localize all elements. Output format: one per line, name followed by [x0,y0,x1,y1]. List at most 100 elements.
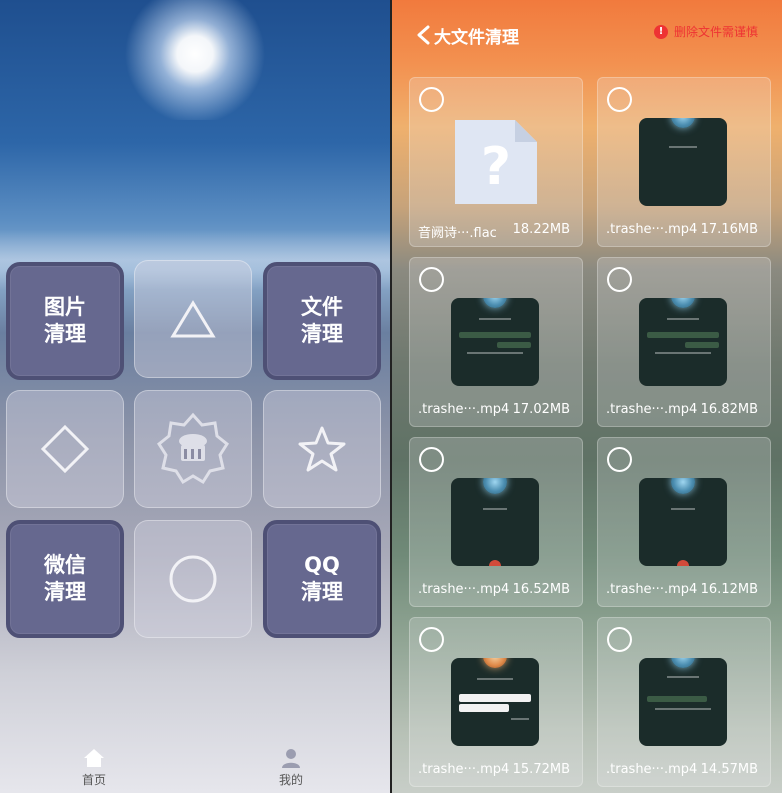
file-card[interactable]: .trashe···.mp4 17.02MB [409,257,583,427]
delete-warning-text: 删除文件需谨慎 [674,25,759,39]
header: 大文件清理 ! 删除文件需谨慎 [392,0,782,70]
file-size: 17.02MB [512,402,570,417]
triangle-tile[interactable] [134,260,252,378]
thumbnail-bubble [497,342,531,348]
star-icon [298,426,346,472]
video-thumbnail [639,118,727,206]
thumbnail-bubble [459,704,509,712]
diamond-icon [40,424,90,474]
circle-icon [169,555,217,603]
file-card[interactable]: .trashe···.mp4 15.72MB [409,617,583,787]
thumbnail-record-dot [677,560,689,566]
thumbnail-line [467,352,523,354]
thumbnail-bubble [459,694,531,702]
video-thumbnail [639,658,727,746]
thumbnail-line [667,676,699,678]
triangle-icon [170,300,216,338]
home-icon [84,749,104,767]
thumbnail-lens [483,478,507,494]
nav-home-label: 首页 [81,773,106,787]
nav-mine[interactable]: 我的 [261,748,321,788]
select-radio[interactable] [607,267,632,292]
file-size: 17.16MB [700,222,758,237]
file-size: 16.52MB [512,582,570,597]
file-card[interactable]: ? 音阙诗···.flac 18.22MB [409,77,583,247]
file-card[interactable]: .trashe···.mp4 16.82MB [597,257,771,427]
cleaner-badge-icon [157,412,229,485]
select-radio[interactable] [419,87,444,112]
select-radio[interactable] [419,267,444,292]
wechat-clean-label: 微信 清理 [44,553,86,604]
page-title: 大文件清理 [434,28,519,48]
user-icon [282,749,300,768]
image-clean-tile[interactable]: 图片 清理 [6,262,124,380]
file-card[interactable]: .trashe···.mp4 16.52MB [409,437,583,607]
nav-home[interactable]: 首页 [64,748,124,788]
cleaner-center-tile[interactable] [134,390,252,508]
nav-mine-label: 我的 [278,773,303,787]
circle-tile[interactable] [134,520,252,638]
thumbnail-line [479,318,511,320]
file-name: .trashe···.mp4 [606,582,698,597]
home-screen: 图片 清理 文件 清理 微信 清理 QQ 清理 首页 我的 [0,0,390,793]
thumbnail-bubble [685,342,719,348]
image-clean-label: 图片 清理 [44,295,86,346]
star-tile[interactable] [263,390,381,508]
thumbnail-line [483,508,507,510]
large-file-clean-screen: 大文件清理 ! 删除文件需谨慎 ? 音阙诗···.flac 18.22MB .t… [392,0,782,793]
qq-clean-tile[interactable]: QQ 清理 [263,520,381,638]
file-clean-tile[interactable]: 文件 清理 [263,262,381,380]
svg-text:?: ? [481,137,511,197]
file-size: 14.57MB [700,762,758,777]
select-radio[interactable] [419,447,444,472]
thumbnail-lens [671,118,695,128]
file-card[interactable]: .trashe···.mp4 14.57MB [597,617,771,787]
thumbnail-lens [671,478,695,494]
thumbnail-line [655,708,711,710]
file-size: 16.12MB [700,582,758,597]
file-name: .trashe···.mp4 [418,402,510,417]
thumbnail-line [477,678,513,680]
thumbnail-line [671,508,695,510]
video-thumbnail [451,478,539,566]
file-card[interactable]: .trashe···.mp4 16.12MB [597,437,771,607]
back-icon[interactable] [414,24,434,46]
delete-warning: ! 删除文件需谨慎 [654,23,758,40]
qq-clean-label: QQ 清理 [301,553,343,604]
file-clean-label: 文件 清理 [301,295,343,346]
file-size: 15.72MB [512,762,570,777]
sun-background [120,0,270,120]
select-radio[interactable] [607,447,632,472]
select-radio[interactable] [419,627,444,652]
file-name: .trashe···.mp4 [418,762,510,777]
select-radio[interactable] [607,87,632,112]
file-size: 16.82MB [700,402,758,417]
thumbnail-lens [483,658,507,668]
thumbnail-line [655,352,711,354]
thumbnail-line [667,318,699,320]
thumbnail-record-dot [489,560,501,566]
warning-icon: ! [654,24,668,39]
file-name: 音阙诗···.flac [418,226,497,241]
thumbnail-lens [671,658,695,668]
video-thumbnail [639,478,727,566]
thumbnail-line [511,718,529,720]
unknown-file-icon: ? [455,120,537,204]
wechat-clean-tile[interactable]: 微信 清理 [6,520,124,638]
thumbnail-line [669,146,697,148]
file-name: .trashe···.mp4 [606,762,698,777]
bottom-nav: 首页 我的 [0,740,390,793]
thumbnail-bubble [459,332,531,338]
video-thumbnail [451,658,539,746]
file-name: .trashe···.mp4 [606,222,698,237]
thumbnail-lens [671,298,695,308]
video-thumbnail [451,298,539,386]
thumbnail-lens [483,298,507,308]
file-card[interactable]: .trashe···.mp4 17.16MB [597,77,771,247]
file-name: .trashe···.mp4 [418,582,510,597]
thumbnail-bubble [647,332,719,338]
diamond-tile[interactable] [6,390,124,508]
file-size: 18.22MB [512,222,570,237]
select-radio[interactable] [607,627,632,652]
thumbnail-bubble [647,696,707,702]
